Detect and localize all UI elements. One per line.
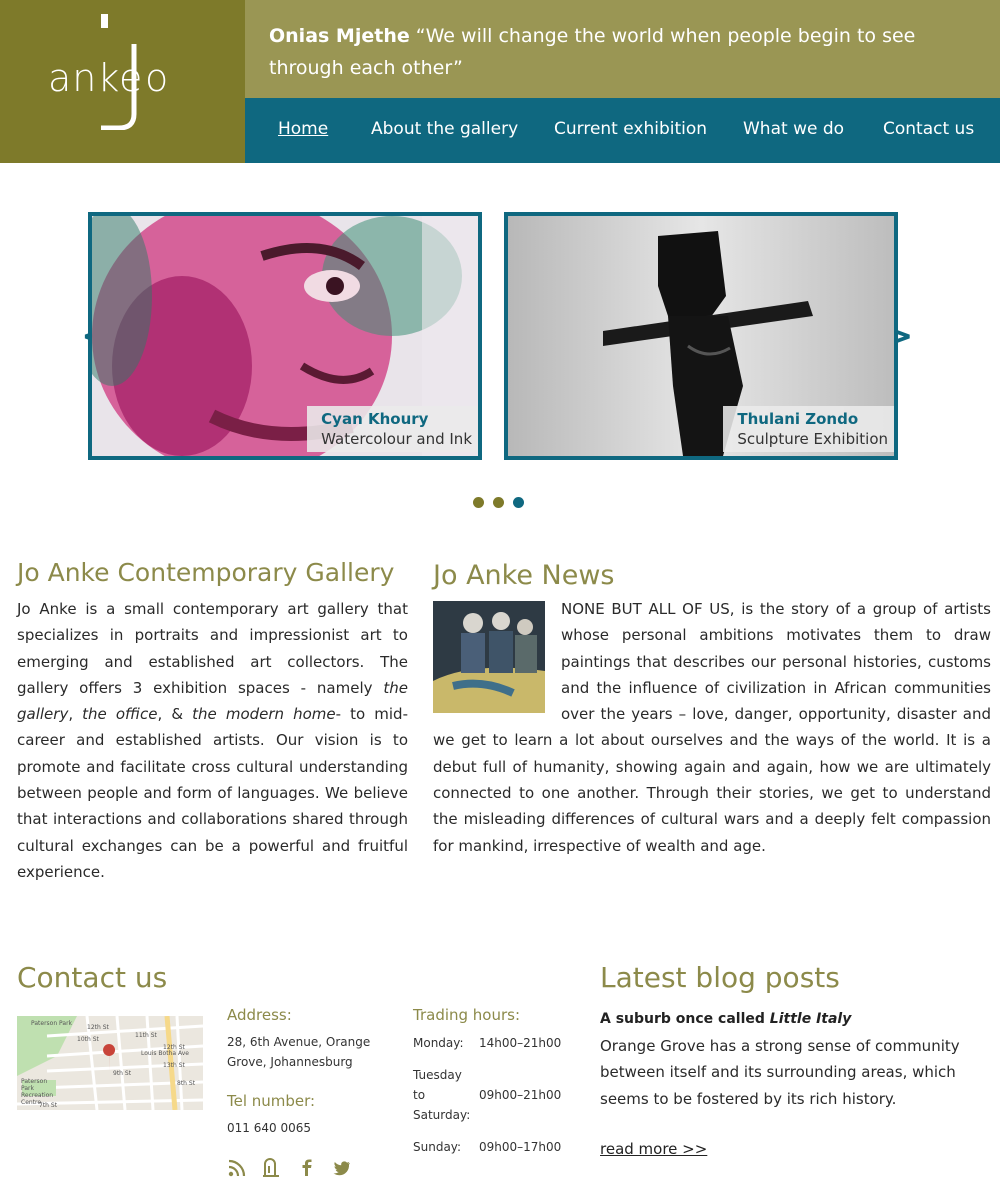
address-value: 28, 6th Avenue, Orange Grove, Johannesbu…	[227, 1035, 371, 1069]
nav-what-we-do[interactable]: What we do	[743, 119, 844, 139]
map-label: 9th St	[113, 1070, 132, 1077]
hours-day: Tuesday to Saturday:	[413, 1068, 471, 1122]
hours-day: Monday:	[413, 1036, 464, 1050]
blog-heading: Latest blog posts	[600, 961, 840, 994]
gallery-description: Jo Anke is a small contemporary art gall…	[17, 596, 408, 885]
slider-dot-2[interactable]	[493, 497, 504, 508]
gallery-space-2: the office	[82, 705, 158, 724]
slide-subtitle: Watercolour and Ink	[321, 430, 472, 448]
slide-caption: Cyan Khoury Watercolour and Ink	[307, 406, 478, 452]
map-label: 10th St	[77, 1036, 99, 1043]
slide-artist-name: Cyan Khoury	[321, 410, 429, 428]
blog-post-title[interactable]: A suburb once called Little Italy	[600, 1011, 851, 1027]
slide-thulani-zondo[interactable]: Thulani Zondo Sculpture Exhibition	[504, 212, 898, 460]
news-thumbnail[interactable]	[433, 601, 545, 713]
header-quote: Onias Mjethe “We will change the world w…	[269, 20, 969, 84]
map-label: Paterson Park	[31, 1020, 73, 1027]
nav-home[interactable]: Home	[278, 119, 328, 139]
gallery-heading: Jo Anke Contemporary Gallery	[17, 558, 395, 587]
quote-banner: Onias Mjethe “We will change the world w…	[245, 0, 1000, 98]
slider-dot-3[interactable]	[513, 497, 524, 508]
hours-time: 09h00–21h00	[479, 1088, 562, 1102]
mobile-icon[interactable]	[261, 1158, 281, 1178]
nav-about-gallery[interactable]: About the gallery	[371, 119, 518, 139]
tel-value[interactable]: 011 640 0065	[227, 1118, 311, 1138]
map-label: 7th St	[39, 1102, 58, 1109]
read-more-link[interactable]: read more >>	[600, 1140, 707, 1158]
news-heading: Jo Anke News	[433, 560, 615, 591]
tel-label: Tel number:	[227, 1092, 316, 1110]
address-label: Address:	[227, 1006, 292, 1024]
logo-letter-o: o	[145, 56, 169, 100]
blog-post-title-em: Little Italy	[769, 1011, 852, 1027]
twitter-icon[interactable]	[332, 1158, 352, 1178]
gallery-text: Jo Anke is a small contemporary art gall…	[17, 600, 408, 697]
map-label: 8th St	[177, 1080, 196, 1087]
hours-day: Sunday:	[413, 1140, 462, 1154]
contact-heading: Contact us	[17, 961, 168, 994]
facebook-icon[interactable]	[297, 1158, 317, 1178]
slide-artist-name: Thulani Zondo	[737, 410, 859, 428]
gallery-sep: , &	[157, 705, 193, 724]
logo-j-mark	[101, 14, 137, 130]
gallery-space-3: the modern home	[192, 705, 336, 724]
slider-dot-1[interactable]	[473, 497, 484, 508]
location-map[interactable]: Paterson Park 12th St 10th St 11th St 12…	[17, 1016, 203, 1110]
trading-hours-label: Trading hours:	[413, 1006, 521, 1024]
blog-post-title-prefix: A suburb once called	[600, 1011, 770, 1027]
main-nav: Home About the gallery Current exhibitio…	[245, 98, 1000, 163]
gallery-text: - to mid-career and established artists.…	[17, 705, 408, 881]
hours-time: 09h00–17h00	[479, 1140, 562, 1154]
rss-icon[interactable]	[227, 1158, 247, 1178]
news-painting-image	[433, 601, 545, 713]
hours-time: 14h00–21h00	[479, 1036, 562, 1050]
nav-contact-us[interactable]: Contact us	[883, 119, 974, 139]
logo[interactable]: anke o	[0, 0, 245, 163]
slide-subtitle: Sculpture Exhibition	[737, 430, 888, 448]
news-body: NONE BUT ALL OF US, is the story of a gr…	[433, 596, 991, 859]
map-label: 11th St	[135, 1032, 157, 1039]
nav-current-exhibition[interactable]: Current exhibition	[554, 119, 707, 139]
slide-cyan-khoury[interactable]: Cyan Khoury Watercolour and Ink	[88, 212, 482, 460]
map-label: Louis Botha Ave	[141, 1050, 189, 1057]
slide-caption: Thulani Zondo Sculpture Exhibition	[723, 406, 894, 452]
gallery-sep: ,	[68, 705, 83, 724]
blog-excerpt: Orange Grove has a strong sense of commu…	[600, 1037, 960, 1108]
quote-author: Onias Mjethe	[269, 25, 410, 47]
